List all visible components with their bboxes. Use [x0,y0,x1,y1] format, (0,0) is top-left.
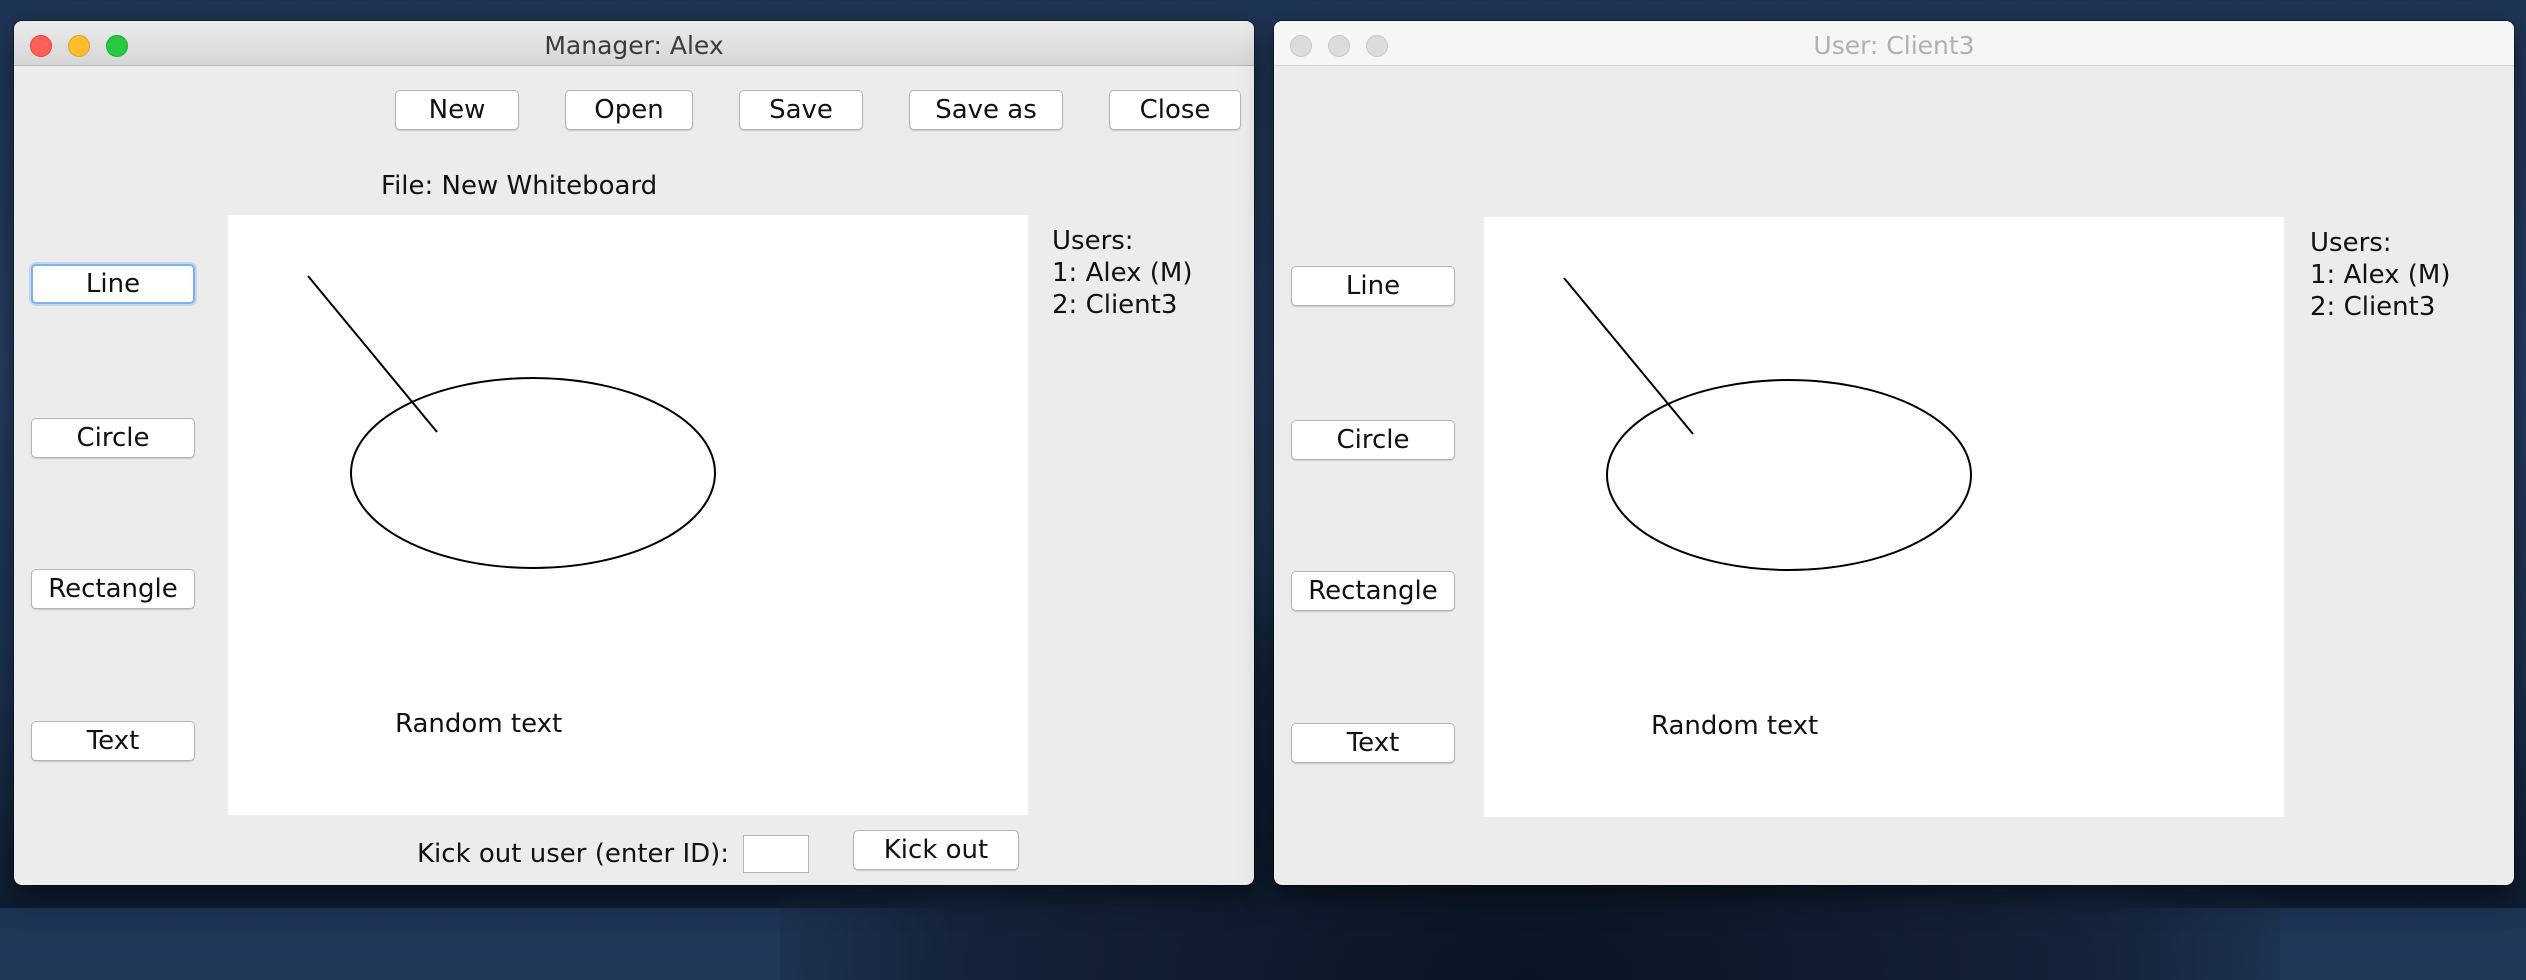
user-entry: 2: Client3 [1052,290,1178,320]
users-heading: Users: [1052,226,1134,256]
rectangle-tool-button[interactable]: Rectangle [1291,571,1455,611]
drawn-text: Random text [1651,711,1819,741]
user-titlebar[interactable]: User: Client3 [1274,21,2514,66]
window-title: User: Client3 [1813,31,1975,60]
user-entry: 2: Client3 [2310,292,2436,322]
open-button[interactable]: Open [565,90,693,130]
rectangle-tool-button[interactable]: Rectangle [31,569,195,609]
kick-out-id-input[interactable] [743,835,809,873]
kick-out-button[interactable]: Kick out [853,830,1019,870]
whiteboard-canvas[interactable]: Random text [228,215,1028,815]
save-as-button[interactable]: Save as [909,90,1063,130]
user-entry: 1: Alex (M) [1052,258,1193,288]
line-tool-button[interactable]: Line [1291,266,1455,306]
window-title: Manager: Alex [544,31,724,60]
users-heading: Users: [2310,228,2392,258]
text-tool-button[interactable]: Text [31,721,195,761]
file-name-label: File: New Whiteboard [381,171,658,201]
drawn-ellipse [1606,379,1972,571]
manager-titlebar[interactable]: Manager: Alex [14,21,1254,66]
users-list: Users: 1: Alex (M) 2: Client3 [1052,225,1193,321]
manager-window: Manager: Alex New Open Save Save as Clos… [14,21,1254,885]
text-tool-button[interactable]: Text [1291,723,1455,763]
drawn-line [1563,277,1694,435]
circle-tool-button[interactable]: Circle [1291,420,1455,460]
kick-out-label: Kick out user (enter ID): [417,839,730,869]
whiteboard-canvas[interactable]: Random text [1484,217,2284,817]
user-entry: 1: Alex (M) [2310,260,2451,290]
drawing-layer [1563,277,1972,571]
user-window: User: Client3 Line Circle Rectangle Text… [1274,21,2514,885]
new-button[interactable]: New [395,90,519,130]
drawn-line [307,275,438,433]
circle-tool-button[interactable]: Circle [31,418,195,458]
line-tool-button[interactable]: Line [31,264,195,304]
drawn-ellipse [350,377,716,569]
drawn-text: Random text [395,709,563,739]
drawing-layer [307,275,716,569]
users-list: Users: 1: Alex (M) 2: Client3 [2310,227,2451,323]
close-button[interactable]: Close [1109,90,1241,130]
save-button[interactable]: Save [739,90,863,130]
